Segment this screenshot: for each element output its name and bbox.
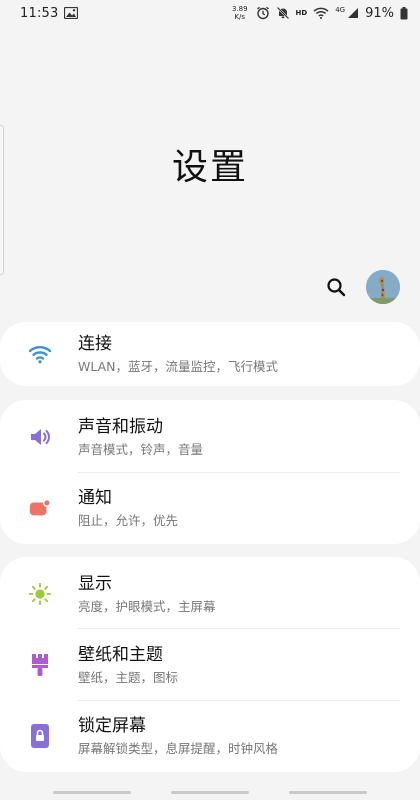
- lock-icon: [28, 724, 52, 748]
- battery-percent: 91%: [365, 5, 394, 21]
- item-title: 通知: [78, 487, 112, 508]
- search-icon[interactable]: [324, 275, 348, 299]
- nav-hint-left[interactable]: [53, 791, 131, 794]
- settings-item-wallpaper-themes[interactable]: 壁纸和主题 壁纸，主题，图标: [0, 630, 420, 700]
- avatar[interactable]: [366, 270, 400, 304]
- net-speed-unit: K/s: [234, 13, 246, 21]
- item-title: 锁定屏幕: [78, 715, 146, 736]
- settings-item-notifications[interactable]: 通知 阻止，允许，优先: [0, 473, 420, 543]
- header-actions: [324, 270, 400, 304]
- divider: [78, 628, 400, 629]
- nav-hint-right[interactable]: [289, 791, 367, 794]
- settings-group-sound-notifications: 声音和振动 声音模式，铃声，音量 通知 阻止，允许，优先: [0, 400, 420, 544]
- nav-hint-center[interactable]: [171, 791, 249, 794]
- net-speed: 3.89 K/s: [232, 5, 248, 21]
- settings-group-display: 显示 亮度，护眼模式，主屏幕 壁纸和主题 壁纸，主题，图标 锁定屏幕 屏幕解锁类…: [0, 557, 420, 772]
- status-time: 11:53: [20, 5, 59, 21]
- item-subtitle: 亮度，护眼模式，主屏幕: [78, 598, 216, 614]
- hd-badge: HD: [295, 9, 308, 17]
- item-subtitle: 壁纸，主题，图标: [78, 669, 179, 685]
- page-title: 设置: [171, 147, 248, 188]
- item-title: 声音和振动: [78, 416, 163, 437]
- navigation-gesture-hints: [0, 791, 420, 794]
- item-subtitle: 屏幕解锁类型，息屏提醒，时钟风格: [78, 740, 279, 756]
- item-title: 连接: [78, 333, 112, 354]
- paintbrush-icon: [28, 653, 52, 677]
- volume-icon: [28, 425, 52, 449]
- wifi-icon: [313, 7, 329, 19]
- settings-group-connections: 连接 WLAN，蓝牙，流量监控，飞行模式: [0, 322, 420, 386]
- settings-item-connections[interactable]: 连接 WLAN，蓝牙，流量监控，飞行模式: [0, 319, 420, 389]
- battery-icon: [400, 6, 408, 20]
- wifi-icon: [28, 342, 52, 366]
- item-subtitle: 声音模式，铃声，音量: [78, 441, 204, 457]
- settings-item-display[interactable]: 显示 亮度，护眼模式，主屏幕: [0, 559, 420, 629]
- status-bar: 11:53 3.89 K/s HD 4G 91%: [0, 0, 420, 26]
- brightness-icon: [28, 582, 52, 606]
- network-type: 4G: [335, 6, 346, 14]
- mute-icon: [276, 6, 290, 20]
- image-icon: [64, 7, 79, 19]
- alarm-icon: [256, 6, 270, 20]
- item-subtitle: WLAN，蓝牙，流量监控，飞行模式: [78, 358, 279, 374]
- signal-icon: [347, 7, 359, 19]
- settings-item-sound[interactable]: 声音和振动 声音模式，铃声，音量: [0, 402, 420, 472]
- item-title: 显示: [78, 573, 112, 594]
- item-title: 壁纸和主题: [78, 644, 163, 665]
- item-subtitle: 阻止，允许，优先: [78, 512, 179, 528]
- net-speed-value: 3.89: [231, 5, 248, 13]
- settings-item-lock-screen[interactable]: 锁定屏幕 屏幕解锁类型，息屏提醒，时钟风格: [0, 701, 420, 771]
- notification-icon: [28, 496, 52, 520]
